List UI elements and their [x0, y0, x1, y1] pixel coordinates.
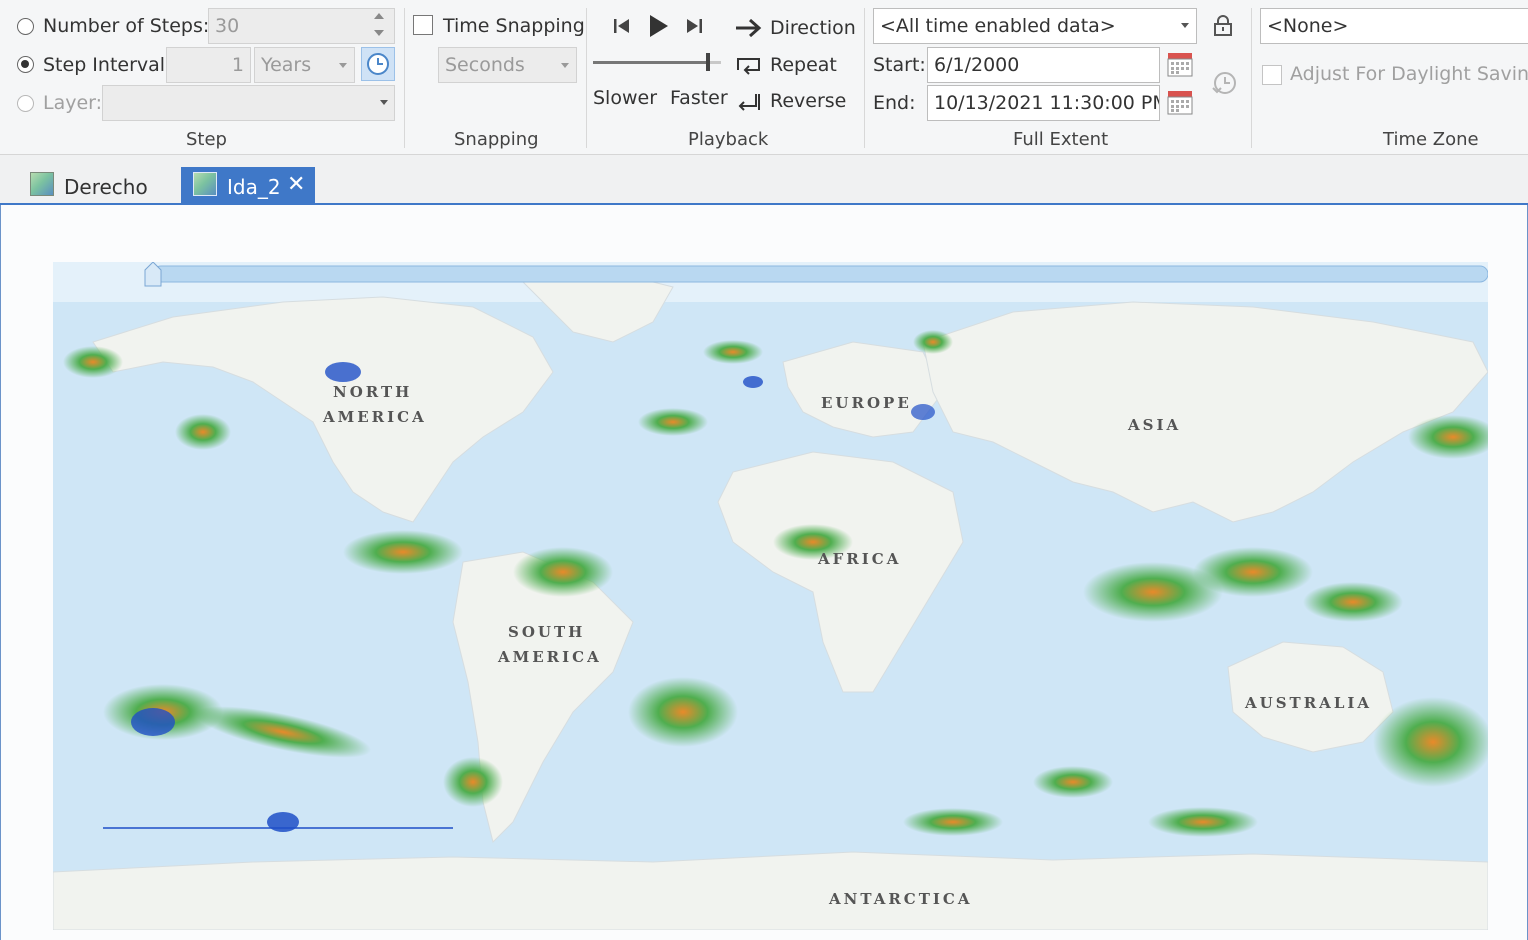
arrow-right-icon [736, 18, 762, 38]
number-of-steps-radio[interactable] [17, 18, 34, 35]
full-extent-group-label: Full Extent [1013, 129, 1109, 150]
map-view[interactable]: NORTH AMERICA SOUTH AMERICA EUROPE ASIA … [0, 205, 1528, 940]
start-label: Start: [873, 54, 926, 76]
speed-slider-fill [593, 61, 708, 64]
play-icon[interactable] [644, 12, 672, 40]
end-date-input[interactable]: 10/13/2021 11:30:00 PM [927, 85, 1160, 121]
snapping-unit-value: Seconds [445, 54, 525, 76]
time-ribbon: Number of Steps: 30 Step Interval: 1 Yea… [0, 0, 1528, 155]
chevron-down-icon [339, 63, 347, 68]
calendar-icon[interactable] [1166, 88, 1194, 116]
slower-label[interactable]: Slower [593, 87, 657, 109]
label-north-america-1: NORTH [333, 383, 412, 401]
group-divider [586, 8, 587, 148]
lock-icon[interactable] [1212, 14, 1234, 38]
direction-button[interactable]: Direction [734, 14, 856, 42]
chevron-down-icon [380, 100, 388, 105]
step-interval-label: Step Interval: [43, 54, 172, 76]
label-africa: AFRICA [817, 550, 901, 568]
time-snapping-label: Time Snapping [443, 15, 585, 37]
skip-to-start-icon[interactable] [611, 15, 633, 37]
tab-ida-2[interactable]: Ida_2 ✕ [181, 167, 315, 205]
label-antarctica: ANTARCTICA [828, 890, 973, 908]
daylight-saving-label-clip: Adjust For Daylight Saving [1290, 63, 1528, 85]
time-zone-select[interactable]: <None> [1260, 8, 1528, 44]
reverse-toggle[interactable]: Reverse [734, 88, 854, 116]
reverse-icon [738, 94, 760, 111]
label-north-america-2: AMERICA [322, 408, 427, 426]
layer-radio[interactable] [17, 95, 34, 112]
reverse-label: Reverse [770, 90, 847, 112]
step-group-label: Step [186, 129, 227, 150]
tab-label: Ida_2 [227, 175, 281, 199]
daylight-saving-label: Adjust For Daylight Saving [1290, 63, 1528, 85]
chevron-down-icon [561, 63, 569, 68]
repeat-label: Repeat [770, 54, 837, 76]
direction-label: Direction [770, 17, 856, 39]
start-date-input[interactable]: 6/1/2000 [927, 47, 1160, 83]
close-icon[interactable]: ✕ [287, 172, 305, 197]
calendar-icon[interactable] [1166, 50, 1194, 78]
time-snapping-checkbox[interactable] [413, 15, 433, 35]
clock-icon [367, 53, 389, 75]
tab-derecho[interactable]: Derecho [28, 167, 168, 205]
faster-label[interactable]: Faster [670, 87, 728, 109]
group-divider [404, 8, 405, 148]
snapping-group-label: Snapping [454, 129, 539, 150]
layer-select[interactable] [102, 85, 395, 121]
label-south-america-2: AMERICA [497, 648, 602, 666]
label-south-america-1: SOUTH [508, 623, 585, 641]
clock-icon-button[interactable] [361, 47, 395, 81]
step-interval-input[interactable]: 1 [166, 47, 251, 83]
speed-slider-thumb[interactable] [706, 53, 710, 71]
clock-reset-icon[interactable] [1210, 68, 1240, 98]
daylight-saving-checkbox[interactable] [1262, 65, 1282, 85]
tab-label: Derecho [64, 175, 148, 199]
skip-to-end-icon[interactable] [683, 15, 705, 37]
step-down-icon[interactable] [374, 30, 384, 36]
map-icon [30, 172, 54, 196]
antarctica-land [53, 851, 1488, 930]
end-label: End: [873, 92, 916, 114]
group-divider [1251, 8, 1252, 148]
time-source-value: <All time enabled data> [880, 15, 1116, 37]
step-up-icon[interactable] [374, 13, 384, 19]
repeat-icon [737, 58, 760, 75]
playback-speed-slider[interactable] [593, 52, 721, 72]
time-source-select[interactable]: <All time enabled data> [873, 8, 1197, 44]
number-of-steps-label: Number of Steps: [43, 15, 210, 37]
label-asia: ASIA [1127, 416, 1181, 434]
layer-label: Layer: [43, 92, 103, 114]
number-of-steps-input[interactable]: 30 [208, 8, 395, 44]
world-map[interactable]: NORTH AMERICA SOUTH AMERICA EUROPE ASIA … [53, 262, 1488, 930]
step-interval-radio[interactable] [17, 56, 34, 73]
snapping-unit-select[interactable]: Seconds [438, 47, 577, 83]
group-divider [864, 8, 865, 148]
step-interval-unit-value: Years [261, 54, 312, 76]
time-zone-group-label: Time Zone [1383, 129, 1479, 150]
playback-group-label: Playback [688, 129, 769, 150]
chevron-down-icon [1181, 23, 1189, 28]
map-icon [193, 172, 217, 196]
map-time-slider-track[interactable] [152, 265, 1488, 283]
label-australia: AUSTRALIA [1244, 694, 1372, 712]
repeat-toggle[interactable]: Repeat [734, 52, 854, 80]
time-zone-value: <None> [1267, 15, 1349, 37]
label-europe: EUROPE [821, 394, 912, 412]
